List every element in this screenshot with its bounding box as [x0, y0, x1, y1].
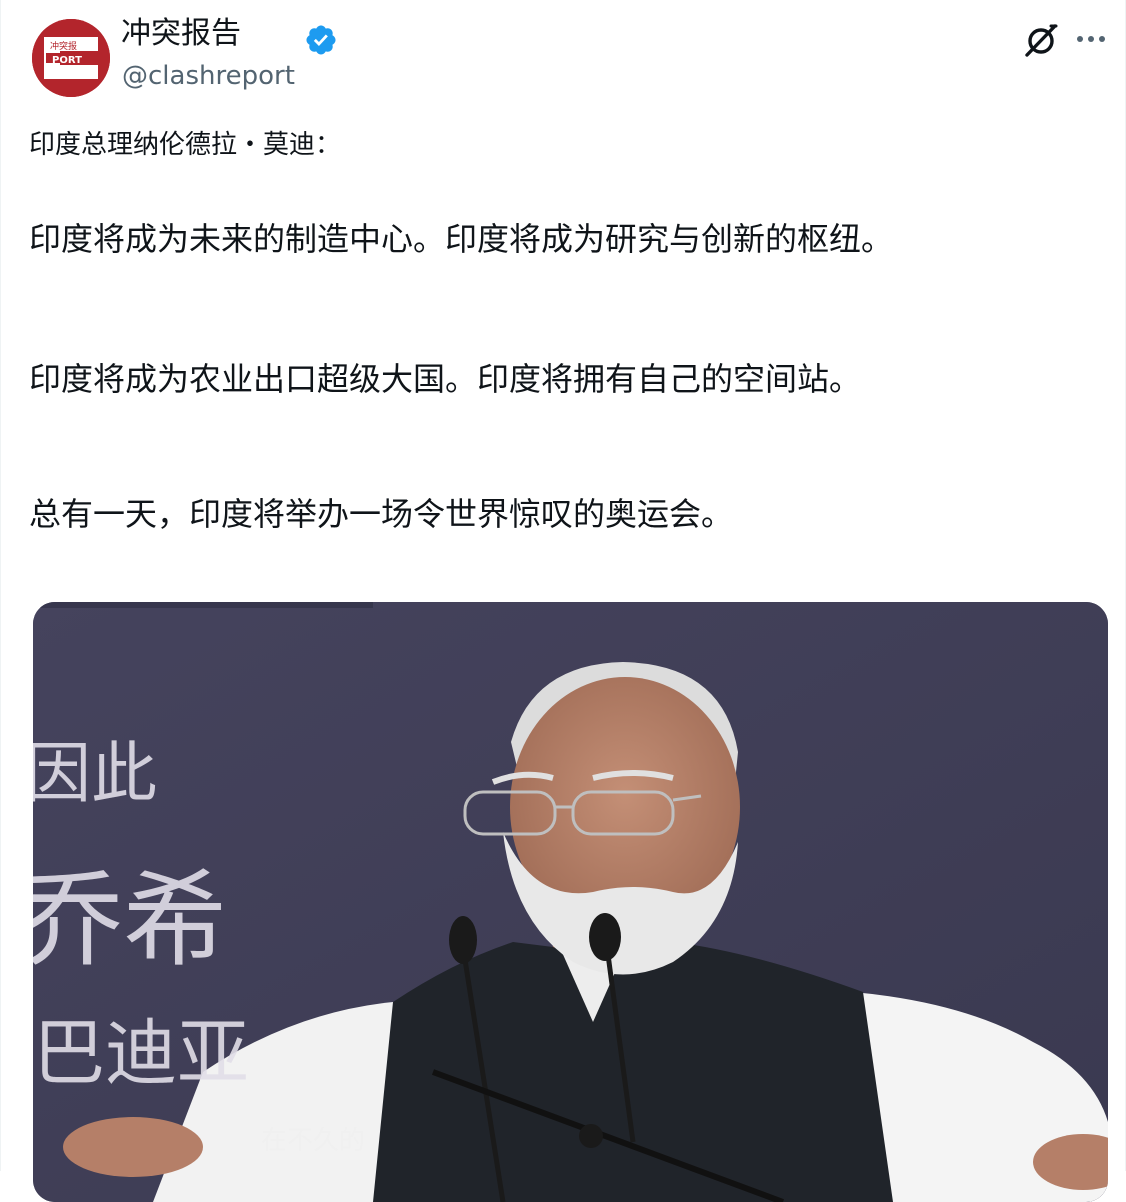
avatar[interactable]: 冲突报 PORT — [32, 19, 110, 97]
author-handle[interactable]: @clashreport — [122, 58, 295, 94]
more-icon[interactable] — [1073, 24, 1109, 54]
post-video[interactable]: 因此 乔希 巴迪亚 在不久的 — [33, 602, 1108, 1202]
grok-icon[interactable] — [1021, 20, 1061, 60]
video-overlay-text-1: 因此 — [33, 735, 157, 812]
clashreport-logo: 冲突报 PORT — [32, 19, 110, 97]
svg-text:PORT: PORT — [52, 55, 82, 66]
author-display-name[interactable]: 冲突报告 — [121, 14, 241, 54]
post-text-line-3: 总有一天，印度将举办一场令世界惊叹的奥运会。 — [29, 495, 734, 533]
video-subtitle: 在不久的 — [261, 1126, 366, 1156]
post-intro-text: 印度总理纳伦德拉・莫迪： — [29, 130, 342, 160]
post: 冲突报 PORT 冲突报告 @clashreport 印度总理纳伦德拉・莫迪： … — [0, 0, 1126, 1202]
post-text-line-1: 印度将成为未来的制造中心。印度将成为研究与创新的枢纽。 — [29, 220, 894, 258]
video-overlay-text-2: 乔希 — [33, 859, 228, 981]
svg-text:冲突报: 冲突报 — [50, 40, 77, 52]
video-overlay-text-3: 巴迪亚 — [33, 1011, 250, 1095]
post-text-line-2: 印度将成为农业出口超级大国。印度将拥有自己的空间站。 — [29, 360, 862, 398]
verified-badge-icon — [306, 25, 336, 55]
